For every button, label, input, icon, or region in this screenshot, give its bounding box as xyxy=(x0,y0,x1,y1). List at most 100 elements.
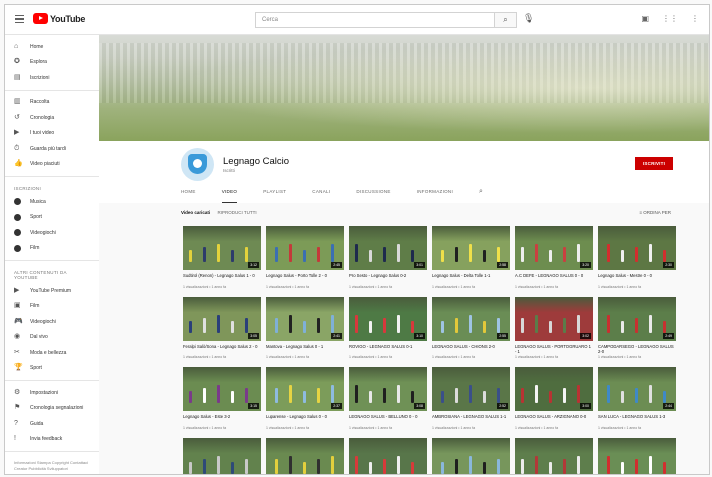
settings-icon[interactable]: ⋮ xyxy=(691,14,699,23)
video-card[interactable]: 2:49 CAMPODARSEGO - LEGNAGO SALUS 2-0 1 vi… xyxy=(598,296,676,359)
tab-discussione[interactable]: DISCUSSIONE xyxy=(356,185,390,203)
play-all-button[interactable]: RIPRODUCI TUTTI xyxy=(217,210,256,215)
video-card[interactable]: 3:05 Feralpi Salò/Sona - Legnago Salus 2 … xyxy=(183,296,261,359)
video-title[interactable]: ROVIGO - LEGNAGO SALUS 0-1 xyxy=(349,344,427,355)
video-title[interactable]: LEGNAGO SALUS - ARZIGNANO 0-0 xyxy=(515,414,593,425)
video-thumbnail[interactable]: 2:49 xyxy=(598,296,676,341)
video-card[interactable]: 2:55 LEGNAGO SALUS - CHIONS 2-0 1 visualiz… xyxy=(432,296,510,359)
video-thumbnail[interactable] xyxy=(266,437,344,474)
sidebar-item-esplora[interactable]: ✪ Esplora xyxy=(5,55,99,71)
sidebar-item-youtube-premium[interactable]: ▶ YouTube Premium xyxy=(5,283,99,299)
sidebar-item-home[interactable]: ⌂ Home xyxy=(5,39,99,55)
video-thumbnail[interactable]: 2:55 xyxy=(432,296,510,341)
sidebar-item-moda-e-bellezza[interactable]: ✂ Moda e bellezza xyxy=(5,345,99,361)
video-thumbnail[interactable]: 3:00 xyxy=(515,367,593,411)
video-title[interactable]: Legnago Salus - Porto Tolle 2 - 0 xyxy=(266,273,344,284)
video-title[interactable]: Sudtirol (Renon) - Legnago Salus 1 - 0 xyxy=(183,273,261,284)
video-card[interactable]: 3:01 Pro Sesto - Legnago Salus 0-2 1 visua… xyxy=(349,226,427,289)
video-thumbnail[interactable]: 3:12 xyxy=(183,226,261,270)
video-card[interactable] xyxy=(266,437,344,474)
video-thumbnail[interactable]: 2:30 xyxy=(598,226,676,270)
video-card[interactable] xyxy=(349,437,427,474)
sidebar-item-musica[interactable]: Musica xyxy=(5,194,99,210)
video-thumbnail[interactable]: 3:10 xyxy=(349,296,427,341)
video-card[interactable] xyxy=(515,437,593,474)
video-thumbnail[interactable]: 2:45 xyxy=(266,226,344,270)
video-thumbnail[interactable]: 3:01 xyxy=(349,226,427,270)
video-card[interactable]: 3:02 LEGNAGO SALUS - PORTOGRUARO 1 - 11 v… xyxy=(515,296,593,359)
video-thumbnail[interactable] xyxy=(515,437,593,474)
video-title[interactable]: CAMPODARSEGO - LEGNAGO SALUS 2-0 xyxy=(598,344,676,355)
channel-avatar[interactable] xyxy=(181,148,214,181)
tab-canali[interactable]: CANALI xyxy=(312,185,330,203)
sidebar-item-videogiochi[interactable]: 🎮 Videogiochi xyxy=(5,314,99,330)
video-thumbnail[interactable]: 3:20 xyxy=(515,226,593,270)
video-card[interactable]: 2:52 AMBROSIANA - LEGNAGO SALUS 1-1 1 visu… xyxy=(432,367,510,430)
video-card[interactable]: 2:41 Mantova - Legnago Salus 0 - 11 visua… xyxy=(266,296,344,359)
sidebar-item-dal-vivo[interactable]: ◉ Dal vivo xyxy=(5,330,99,346)
sidebar-item-cronologia-segnalazioni[interactable]: ⚑ Cronologia segnalazioni xyxy=(5,401,99,417)
video-thumbnail[interactable] xyxy=(183,437,261,474)
video-thumbnail[interactable]: 3:08 xyxy=(349,367,427,411)
video-title[interactable]: LEGNAGO SALUS - PORTOGRUARO 1 - 1 xyxy=(515,344,593,355)
video-title[interactable]: Legnago Salus - Este 3-2 xyxy=(183,414,261,425)
video-card[interactable] xyxy=(183,437,261,474)
search-button[interactable]: ⌕ xyxy=(495,12,517,28)
video-thumbnail[interactable] xyxy=(598,437,676,474)
video-title[interactable]: Legnago Salus - Mestre 0 - 0 xyxy=(598,273,676,284)
video-card[interactable]: 3:20 A.C DEFE - LEGNAGO SALUS 0 - 01 visu… xyxy=(515,226,593,289)
video-title[interactable]: LEGNAGO SALUS - CHIONS 2-0 xyxy=(432,344,510,355)
sidebar-item-film[interactable]: ▣ Film xyxy=(5,299,99,315)
tab-informazioni[interactable]: INFORMAZIONI xyxy=(417,185,453,203)
video-title[interactable]: Legnago Salus - Delta Tolle 1-1 xyxy=(432,273,510,284)
sidebar-item-videogiochi[interactable]: Videogiochi xyxy=(5,225,99,241)
sidebar-footer-links[interactable]: Informazioni Stampa Copyright Contattaci… xyxy=(5,456,99,474)
create-video-icon[interactable]: ▣ xyxy=(641,14,649,23)
video-card[interactable]: 3:15 Legnago Salus - Este 3-2 1 visualizza… xyxy=(183,367,261,430)
sidebar-item-raccolta[interactable]: ▥ Raccolta xyxy=(5,95,99,111)
video-thumbnail[interactable]: 2:41 xyxy=(266,296,344,341)
video-thumbnail[interactable]: 2:44 xyxy=(598,367,676,411)
video-card[interactable]: 3:08 LEGNAGO SALUS - BELLUNO 0 - 01 visua… xyxy=(349,367,427,430)
video-card[interactable] xyxy=(432,437,510,474)
video-title[interactable]: AMBROSIANA - LEGNAGO SALUS 1-1 xyxy=(432,414,510,425)
sidebar-item-guida[interactable]: ? Guida xyxy=(5,416,99,432)
menu-icon[interactable] xyxy=(15,15,24,23)
video-title[interactable]: A.C DEFE - LEGNAGO SALUS 0 - 0 xyxy=(515,273,593,284)
video-card[interactable]: 2:37 Luparense - Legnago Salus 0 - 01 vis… xyxy=(266,367,344,430)
video-title[interactable]: Luparense - Legnago Salus 0 - 0 xyxy=(266,414,344,425)
video-title[interactable]: LEGNAGO SALUS - BELLUNO 0 - 0 xyxy=(349,414,427,425)
video-card[interactable]: 3:10 ROVIGO - LEGNAGO SALUS 0-1 1 visualiz… xyxy=(349,296,427,359)
sidebar-item-guarda-piu-tardi[interactable]: ⏱ Guarda più tardi xyxy=(5,141,99,157)
video-thumbnail[interactable]: 2:37 xyxy=(266,367,344,411)
sidebar-item-video-piaciuti[interactable]: 👍 Video piaciuti xyxy=(5,157,99,173)
apps-icon[interactable]: ⋮⋮ xyxy=(662,14,678,23)
youtube-logo[interactable]: YouTube xyxy=(33,13,85,24)
tab-playlist[interactable]: PLAYLIST xyxy=(263,185,286,203)
video-title[interactable]: Mantova - Legnago Salus 0 - 1 xyxy=(266,344,344,355)
video-title[interactable]: Pro Sesto - Legnago Salus 0-2 xyxy=(349,273,427,284)
sidebar-item-invia-feedback[interactable]: ! Invia feedback xyxy=(5,432,99,448)
video-card[interactable]: 2:58 Legnago Salus - Delta Tolle 1-1 1 vis… xyxy=(432,226,510,289)
tab-video[interactable]: VIDEO xyxy=(221,185,238,203)
sidebar-item-cronologia[interactable]: ↺ Cronologia xyxy=(5,110,99,126)
microphone-icon[interactable]: 🎙 xyxy=(523,13,534,24)
video-thumbnail[interactable]: 2:58 xyxy=(432,226,510,270)
video-title[interactable]: Feralpi Salò/Sona - Legnago Salus 2 - 0 xyxy=(183,344,261,355)
video-card[interactable]: 2:45 Legnago Salus - Porto Tolle 2 - 01 v… xyxy=(266,226,344,289)
channel-search-icon[interactable]: ⌕ xyxy=(479,185,483,203)
video-thumbnail[interactable] xyxy=(349,437,427,474)
video-thumbnail[interactable] xyxy=(432,437,510,474)
video-card[interactable]: 2:44 SAN LUCA - LEGNAGO SALUS 1-3 1 visual… xyxy=(598,367,676,430)
tab-home[interactable]: HOME xyxy=(181,185,196,203)
video-thumbnail[interactable]: 3:05 xyxy=(183,296,261,341)
video-card[interactable]: 2:30 Legnago Salus - Mestre 0 - 01 visual… xyxy=(598,226,676,289)
sidebar-item-sport[interactable]: Sport xyxy=(5,210,99,226)
video-thumbnail[interactable]: 3:02 xyxy=(515,296,593,341)
search-input[interactable]: Cerca xyxy=(255,12,495,28)
sort-button[interactable]: ≡ ORDINA PER xyxy=(639,210,671,215)
video-card[interactable]: 3:00 LEGNAGO SALUS - ARZIGNANO 0-0 1 visua… xyxy=(515,367,593,430)
sidebar-item-impostazioni[interactable]: ⚙ Impostazioni xyxy=(5,385,99,401)
sidebar-item-i-tuoi-video[interactable]: ▶ I tuoi video xyxy=(5,126,99,142)
subscribe-button[interactable]: ISCRIVITI xyxy=(635,157,673,170)
